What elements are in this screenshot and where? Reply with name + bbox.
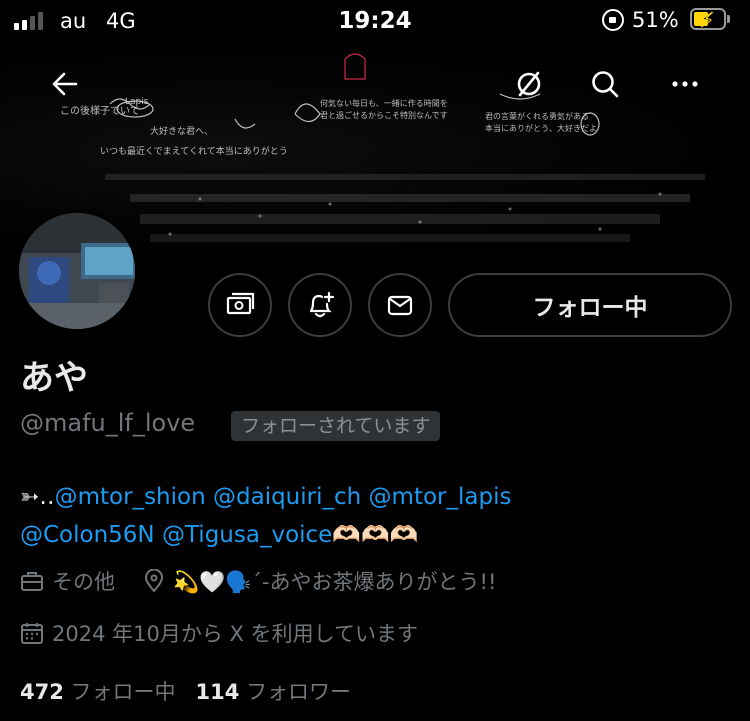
profile-handle: @mafu_lf_love [20, 409, 196, 437]
following-button[interactable]: フォロー中 [448, 273, 732, 337]
search-icon [592, 71, 619, 98]
back-button[interactable] [39, 58, 91, 110]
profile-name: あや [20, 358, 88, 398]
search-button[interactable] [579, 58, 631, 110]
profile-avatar[interactable] [16, 210, 138, 332]
following-count: 472 [20, 680, 64, 704]
bio-mention-lapis[interactable]: @mtor_lapis [369, 484, 512, 510]
grok-icon [517, 71, 541, 97]
followers-link[interactable]: 114 フォロワー [196, 680, 352, 704]
follow-stats: 472 フォロー中 114 フォロワー [20, 676, 351, 706]
bio-mention-colon[interactable]: @Colon56N [20, 522, 155, 548]
mail-icon [387, 295, 413, 316]
profile-category: その他 [52, 570, 115, 594]
more-button[interactable] [659, 58, 711, 110]
svg-text:本当にありがとう、大好きだよ: 本当にありがとう、大好きだよ [485, 123, 597, 133]
following-label: フォロー中 [70, 680, 176, 704]
tip-button[interactable] [208, 273, 272, 337]
profile-location: 💫🤍🗣️´-あやお茶爆ありがとう!! [173, 570, 497, 594]
briefcase-icon [21, 572, 43, 591]
svg-text:君と過ごせるからこそ特別なんです: 君と過ごせるからこそ特別なんです [320, 110, 448, 120]
profile-bio: ➳‥@mtor_shion @daiquiri_ch @mtor_lapis @… [20, 478, 740, 554]
avatar-image [19, 213, 135, 329]
follows-you-badge: フォローされています [231, 411, 441, 441]
message-button[interactable] [368, 273, 432, 337]
battery-percent: 51% [632, 8, 679, 32]
bio-mention-shion[interactable]: @mtor_shion [55, 484, 206, 510]
svg-text:大好きな君へ、: 大好きな君へ、 [150, 125, 213, 137]
calendar-icon [21, 623, 43, 644]
svg-text:いつも最近くでまえてくれて本当にありがとう: いつも最近くでまえてくれて本当にありがとう [100, 145, 288, 157]
location-pin-icon [144, 569, 164, 593]
bell-plus-icon [309, 291, 335, 318]
profile-meta-row: その他 💫🤍🗣️´-あやお茶爆ありがとう!! [20, 566, 496, 596]
status-bar: au 4G 19:24 51% ⚡ [0, 0, 750, 44]
grok-button[interactable] [503, 58, 555, 110]
profile-joined-row: 2024 年10月から X を利用しています [20, 618, 418, 648]
svg-text:君の言葉がくれる勇気がある: 君の言葉がくれる勇気がある [485, 111, 589, 121]
followers-label: フォロワー [246, 680, 352, 704]
bio-suffix: 🫶🏻🫶🏻🫶🏻 [332, 522, 419, 548]
battery-icon: ⚡ [690, 8, 730, 33]
notifications-button[interactable] [288, 273, 352, 337]
orientation-lock-icon [602, 9, 624, 31]
more-horizontal-icon [672, 81, 698, 87]
svg-text:Lapis: Lapis [125, 97, 149, 107]
svg-text:何気ない毎日も、一緒に作る時間を: 何気ない毎日も、一緒に作る時間を [320, 98, 448, 108]
following-link[interactable]: 472 フォロー中 [20, 680, 176, 704]
bio-mention-tigusa[interactable]: @Tigusa_voice [162, 522, 332, 548]
money-icon [226, 292, 255, 315]
arrow-left-icon [52, 72, 78, 96]
followers-count: 114 [195, 680, 240, 704]
profile-joined: 2024 年10月から X を利用しています [52, 622, 418, 646]
bio-mention-daiquiri[interactable]: @daiquiri_ch [213, 484, 361, 510]
bio-prefix: ➳‥ [20, 484, 55, 510]
